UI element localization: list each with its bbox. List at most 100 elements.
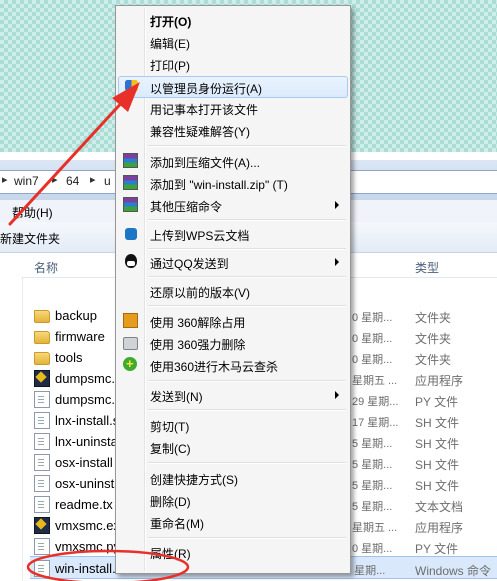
breadcrumb-win7[interactable]: win7 xyxy=(14,174,39,188)
file-date: 0 星期... xyxy=(352,543,393,555)
command-file-icon xyxy=(34,560,50,577)
menu-item-upload-wps[interactable]: 上传到WPS云文档 xyxy=(118,223,348,245)
document-icon xyxy=(34,454,50,471)
menu-separator xyxy=(148,276,346,278)
breadcrumb-u[interactable]: u xyxy=(104,174,111,188)
menu-item-create-shortcut[interactable]: 创建快捷方式(S) xyxy=(118,467,348,489)
file-date: 0 星期... xyxy=(352,333,393,345)
file-date: 0 星期... xyxy=(352,354,393,366)
file-date: 5 星期... xyxy=(352,438,393,450)
menu-item-label: 还原以前的版本(V) xyxy=(150,286,250,300)
wps-cloud-icon xyxy=(125,228,137,240)
navigation-pane xyxy=(0,253,23,581)
menu-separator xyxy=(148,219,346,221)
file-date: 0 星期... xyxy=(352,312,393,324)
menu-separator xyxy=(148,380,346,382)
vmware-exe-icon xyxy=(34,517,50,534)
menu-item-open[interactable]: 打开(O) xyxy=(118,9,348,31)
menu-item-360-force-delete[interactable]: 使用 360强力删除 xyxy=(118,332,348,354)
menu-item-other-compress[interactable]: 其他压缩命令 xyxy=(118,194,348,216)
menu-separator xyxy=(148,248,346,250)
file-date: 星期五 ... xyxy=(352,522,398,534)
360-shredder-icon xyxy=(123,337,138,350)
file-type: 文本文档 xyxy=(415,500,464,514)
menu-item-compat-troubleshoot[interactable]: 兼容性疑难解答(Y) xyxy=(118,119,348,141)
file-type: SH 文件 xyxy=(415,479,460,493)
menu-item-open-with-notepad[interactable]: 用记事本打开该文件 xyxy=(118,97,348,119)
submenu-arrow-icon xyxy=(335,201,339,209)
menu-item-print[interactable]: 打印(P) xyxy=(118,53,348,75)
menu-item-label: 复制(C) xyxy=(150,442,191,456)
file-date: 29 星期... xyxy=(352,396,399,408)
menu-item-cut[interactable]: 剪切(T) xyxy=(118,414,348,436)
winrar-icon xyxy=(123,197,138,212)
menu-item-label: 使用 360强力删除 xyxy=(150,338,246,352)
menu-item-label: 属性(R) xyxy=(150,547,191,561)
menu-item-properties[interactable]: 属性(R) xyxy=(118,541,348,563)
file-type: Windows 命令 xyxy=(415,564,492,578)
menu-item-edit[interactable]: 编辑(E) xyxy=(118,31,348,53)
360-security-icon xyxy=(123,356,137,371)
menu-item-add-to-archive[interactable]: 添加到压缩文件(A)... xyxy=(118,150,348,172)
menu-item-label: 用记事本打开该文件 xyxy=(150,103,259,117)
menu-item-label: 打印(P) xyxy=(150,59,190,73)
menu-item-send-to[interactable]: 发送到(N) xyxy=(118,384,348,406)
file-type: SH 文件 xyxy=(415,437,460,451)
menu-item-label: 创建快捷方式(S) xyxy=(150,473,238,487)
chevron-right-icon: ▸ xyxy=(52,174,58,186)
winrar-icon xyxy=(123,175,138,190)
menu-item-label: 打开(O) xyxy=(150,15,192,29)
chevron-right-icon: ▸ xyxy=(2,174,8,186)
file-type: 文件夹 xyxy=(415,311,452,325)
new-folder-button[interactable]: 新建文件夹 xyxy=(0,230,60,247)
menu-item-add-to-zip[interactable]: 添加到 "win-install.zip" (T) xyxy=(118,172,348,194)
menu-item-label: 添加到 "win-install.zip" (T) xyxy=(150,178,288,192)
menu-item-label: 以管理员身份运行(A) xyxy=(150,82,262,96)
chevron-right-icon: ▸ xyxy=(90,174,96,186)
file-type: 文件夹 xyxy=(415,332,452,346)
folder-icon xyxy=(34,310,50,323)
file-type: 应用程序 xyxy=(415,374,464,388)
file-date: 5 星期... xyxy=(352,480,393,492)
menu-item-label: 删除(D) xyxy=(150,495,191,509)
submenu-arrow-icon xyxy=(335,258,339,266)
menu-item-label: 上传到WPS云文档 xyxy=(150,229,250,243)
menu-item-label: 兼容性疑难解答(Y) xyxy=(150,125,250,139)
menu-item-run-as-admin[interactable]: 以管理员身份运行(A) xyxy=(118,76,348,98)
winrar-icon xyxy=(123,153,138,168)
menu-item-label: 使用 360解除占用 xyxy=(150,316,246,330)
menu-item-label: 发送到(N) xyxy=(150,390,203,404)
column-header-name[interactable]: 名称 xyxy=(34,259,58,276)
context-menu: 打开(O) 编辑(E) 打印(P) 以管理员身份运行(A) 用记事本打开该文件 … xyxy=(115,5,351,574)
menu-separator xyxy=(148,537,346,539)
menu-item-send-via-qq[interactable]: 通过QQ发送到 xyxy=(118,251,348,273)
file-date: 17 星期... xyxy=(352,417,399,429)
menu-item-rename[interactable]: 重命名(M) xyxy=(118,511,348,533)
menu-item-copy[interactable]: 复制(C) xyxy=(118,436,348,458)
document-icon xyxy=(34,391,50,408)
breadcrumb-64[interactable]: 64 xyxy=(66,174,79,188)
document-icon xyxy=(34,496,50,513)
document-icon xyxy=(34,433,50,450)
file-type: 文件夹 xyxy=(415,353,452,367)
file-type: 应用程序 xyxy=(415,521,464,535)
folder-icon xyxy=(34,331,50,344)
menu-item-delete[interactable]: 删除(D) xyxy=(118,489,348,511)
menu-item-label: 剪切(T) xyxy=(150,420,190,434)
360-unlock-icon xyxy=(123,313,138,328)
menu-item-label: 其他压缩命令 xyxy=(150,200,223,214)
column-header-type[interactable]: 类型 xyxy=(415,259,439,276)
folder-icon xyxy=(34,352,50,365)
document-icon xyxy=(34,538,50,555)
menu-item-360-trojan-scan[interactable]: 使用360进行木马云查杀 xyxy=(118,354,348,376)
file-date: 5 星期... xyxy=(352,459,393,471)
menu-item-label: 重命名(M) xyxy=(150,517,204,531)
file-date: 5 星期... xyxy=(352,501,393,513)
document-icon xyxy=(34,412,50,429)
menu-item-restore-previous[interactable]: 还原以前的版本(V) xyxy=(118,280,348,302)
menu-item-360-unlock[interactable]: 使用 360解除占用 xyxy=(118,310,348,332)
menu-help[interactable]: 帮助(H) xyxy=(12,204,53,221)
qq-penguin-icon xyxy=(125,254,137,268)
menu-item-label: 使用360进行木马云查杀 xyxy=(150,360,279,374)
menu-item-label: 通过QQ发送到 xyxy=(150,257,229,271)
